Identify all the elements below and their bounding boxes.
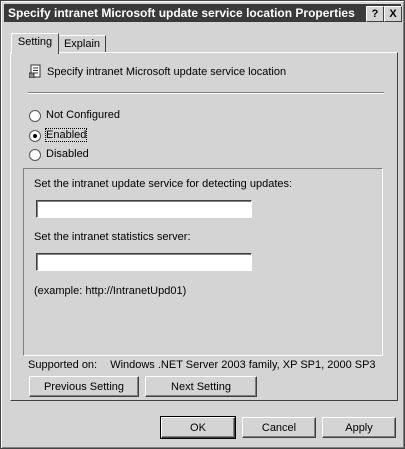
ok-button[interactable]: OK: [160, 416, 236, 439]
update-service-label: Set the intranet update service for dete…: [34, 178, 293, 190]
update-service-input[interactable]: [36, 200, 252, 218]
radio-not-configured-label: Not Configured: [46, 109, 120, 121]
tab-explain-label: Explain: [63, 38, 101, 50]
separator: [28, 92, 384, 94]
next-setting-button[interactable]: Next Setting: [145, 376, 257, 397]
supported-on-value: Windows .NET Server 2003 family, XP SP1,…: [110, 359, 376, 371]
apply-button[interactable]: Apply: [322, 417, 396, 438]
supported-on-label: Supported on:: [28, 359, 98, 371]
statistics-server-input[interactable]: [36, 253, 252, 271]
policy-scroll-icon: [29, 64, 41, 78]
close-button[interactable]: X: [384, 6, 402, 22]
previous-setting-button[interactable]: Previous Setting: [29, 376, 139, 397]
window-title: Specify intranet Microsoft update servic…: [8, 6, 355, 20]
radio-not-configured-button[interactable]: [29, 110, 41, 122]
setting-panel: Specify intranet Microsoft update servic…: [10, 52, 398, 401]
statistics-server-label: Set the intranet statistics server:: [34, 231, 191, 243]
policy-name: Specify intranet Microsoft update servic…: [47, 66, 287, 78]
supported-on: Supported on: Windows .NET Server 2003 f…: [28, 359, 376, 371]
tab-setting[interactable]: Setting: [11, 33, 59, 54]
help-button[interactable]: ?: [366, 6, 384, 22]
radio-disabled-label: Disabled: [46, 148, 89, 160]
cancel-button[interactable]: Cancel: [242, 417, 316, 438]
tab-setting-label: Setting: [17, 36, 53, 48]
properties-dialog: Specify intranet Microsoft update servic…: [0, 0, 405, 449]
radio-enabled-button[interactable]: [29, 130, 41, 142]
options-group: Set the intranet update service for dete…: [23, 168, 383, 356]
title-bar[interactable]: Specify intranet Microsoft update servic…: [4, 4, 402, 22]
example-text: (example: http://IntranetUpd01): [34, 285, 187, 297]
radio-disabled-button[interactable]: [29, 149, 41, 161]
radio-enabled-label: Enabled: [44, 128, 88, 142]
